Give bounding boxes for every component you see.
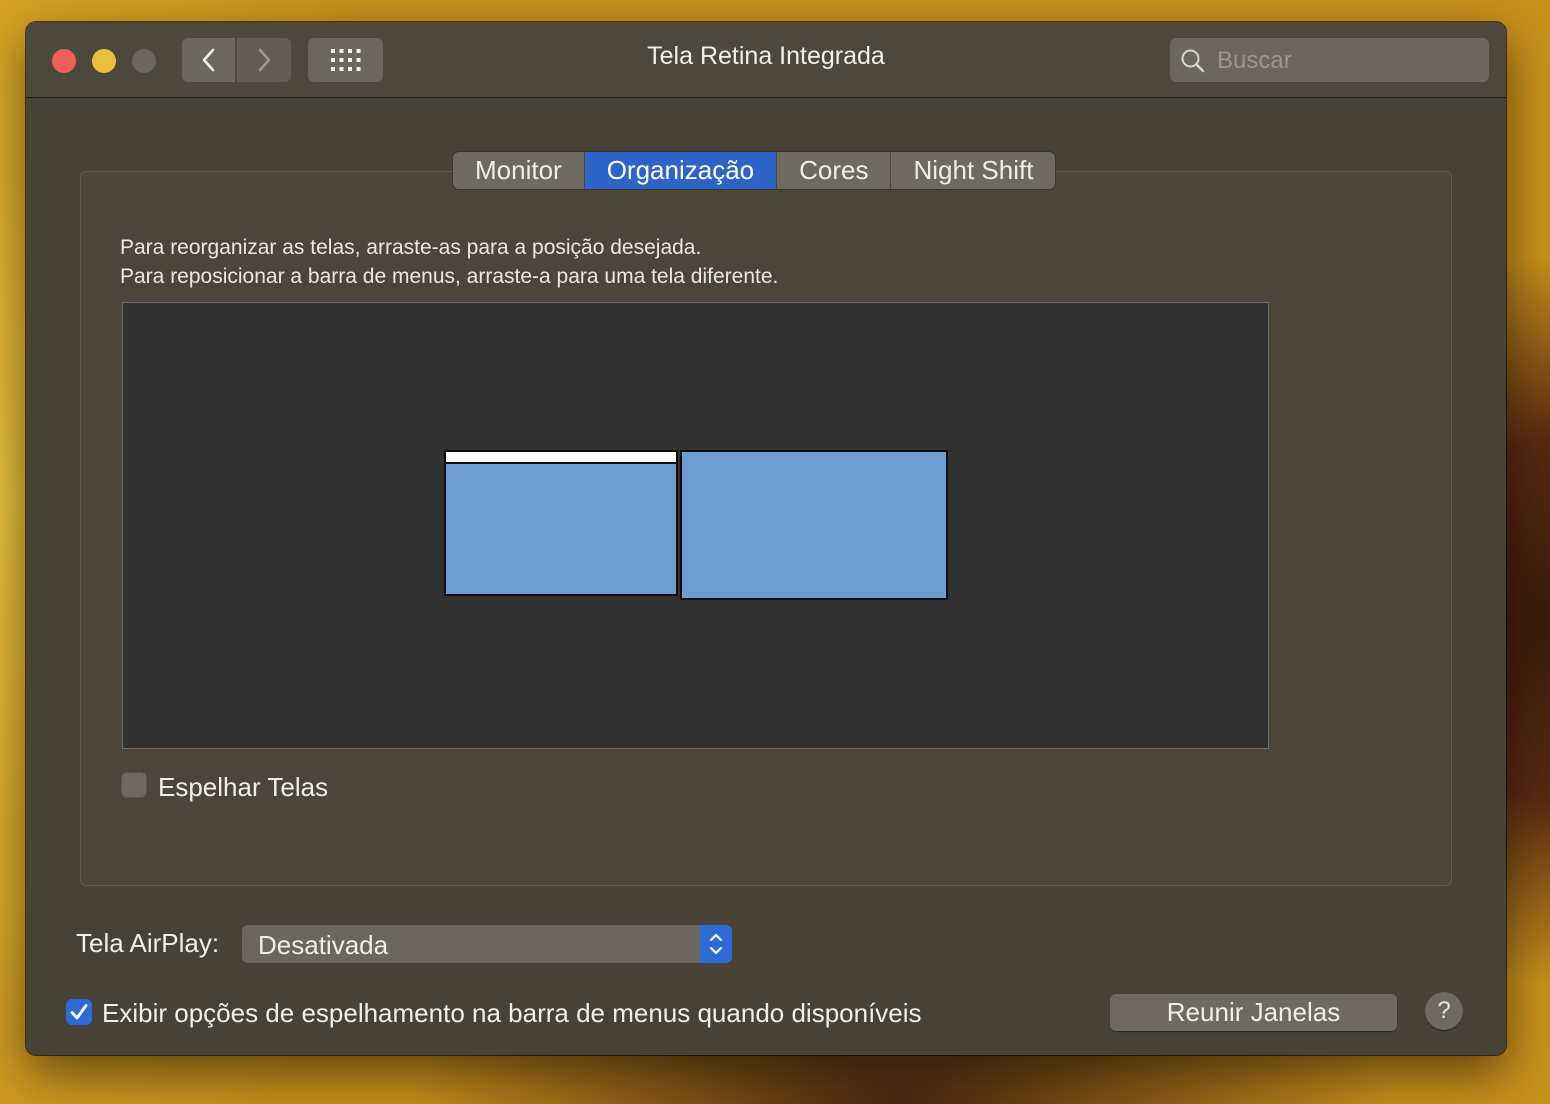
preferences-window: Tela Retina Integrada Monitor Organizaçã… <box>26 22 1506 1055</box>
chevron-right-icon <box>258 48 271 72</box>
popup-stepper <box>700 925 732 963</box>
close-button[interactable] <box>52 49 76 73</box>
tab-night-shift[interactable]: Night Shift <box>891 152 1056 189</box>
airplay-label: Tela AirPlay: <box>76 928 220 958</box>
airplay-popup[interactable]: Desativada <box>242 925 732 963</box>
show-all-button[interactable] <box>308 38 383 82</box>
show-mirroring-checkbox[interactable] <box>66 999 92 1025</box>
window-title: Tela Retina Integrada <box>647 42 885 70</box>
forward-button[interactable] <box>237 38 291 82</box>
gather-windows-button[interactable]: Reunir Janelas <box>1110 994 1397 1031</box>
checkmark-icon <box>70 1004 88 1020</box>
tab-organizacao[interactable]: Organização <box>584 152 778 189</box>
search-field[interactable] <box>1170 38 1489 82</box>
up-down-chevron-icon <box>709 933 723 955</box>
instruction-line-1: Para reorganizar as telas, arraste-as pa… <box>120 236 702 259</box>
display-arrangement-area <box>122 302 1269 749</box>
magnifier-icon <box>1181 49 1205 73</box>
help-button[interactable]: ? <box>1425 992 1463 1030</box>
tab-bar: Monitor Organização Cores Night Shift <box>453 152 1056 189</box>
airplay-value: Desativada <box>258 930 389 960</box>
mirror-displays-checkbox[interactable] <box>121 772 147 798</box>
grid-icon <box>330 49 360 71</box>
chevron-left-icon <box>202 48 214 72</box>
title-bar: Tela Retina Integrada <box>26 22 1506 98</box>
tab-monitor[interactable]: Monitor <box>453 152 585 189</box>
back-button[interactable] <box>182 38 235 82</box>
search-input[interactable] <box>1215 44 1479 78</box>
tab-cores[interactable]: Cores <box>777 152 892 189</box>
primary-display[interactable] <box>444 450 678 596</box>
zoom-button[interactable] <box>132 49 156 73</box>
secondary-display[interactable] <box>680 450 948 600</box>
mirror-displays-label: Espelhar Telas <box>158 772 329 802</box>
show-mirroring-label: Exibir opções de espelhamento na barra d… <box>102 998 922 1028</box>
menu-bar-handle[interactable] <box>446 452 676 464</box>
arrangement-instructions: Para reorganizar as telas, arraste-as pa… <box>120 233 778 291</box>
instruction-line-2: Para reposicionar a barra de menus, arra… <box>120 265 779 288</box>
minimize-button[interactable] <box>92 49 116 73</box>
